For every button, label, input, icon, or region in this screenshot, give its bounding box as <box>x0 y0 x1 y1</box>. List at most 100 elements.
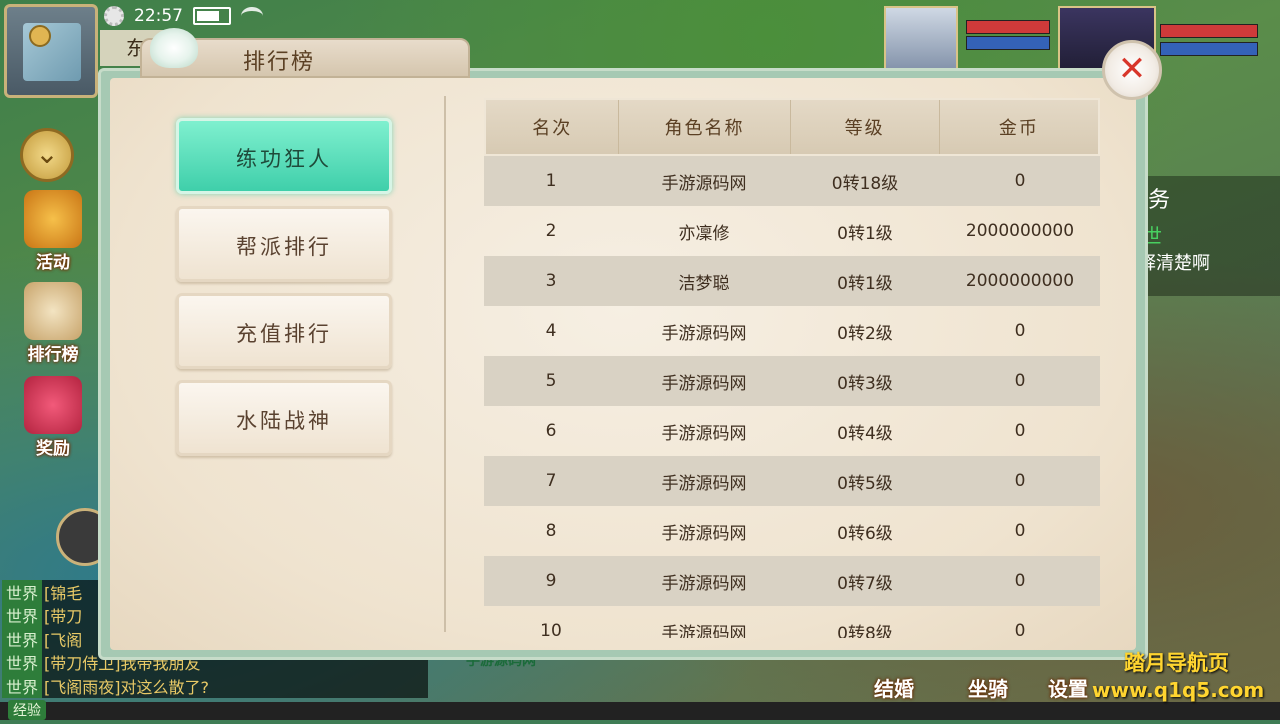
category-tab-recharge[interactable]: 充值排行 <box>176 293 392 369</box>
reward-label: 奖励 <box>36 439 70 459</box>
column-header-gold: 金币 <box>998 118 1039 139</box>
clock-time: 22:57 <box>134 6 183 26</box>
table-row[interactable]: 5 手游源码网 0转3级 0 <box>484 356 1100 406</box>
cell-name: 手游源码网 <box>661 623 747 639</box>
cell-rank: 1 <box>545 171 557 191</box>
teammate-portrait[interactable] <box>884 6 958 76</box>
cell-rank: 9 <box>545 571 557 591</box>
cell-level: 0转3级 <box>837 373 893 394</box>
cell-name: 手游源码网 <box>661 323 747 344</box>
cell-rank: 5 <box>545 371 557 391</box>
cell-rank: 6 <box>545 421 557 441</box>
activity-horn-icon <box>24 190 82 248</box>
settings-button[interactable]: 设置 <box>1038 654 1098 702</box>
cell-gold: 0 <box>1014 471 1026 491</box>
close-button[interactable]: ✕ <box>1102 40 1162 100</box>
close-icon: ✕ <box>1117 49 1147 89</box>
cell-level: 0转1级 <box>837 223 893 244</box>
category-tab-battle[interactable]: 水陆战神 <box>176 380 392 456</box>
cell-name: 手游源码网 <box>661 423 747 444</box>
table-row[interactable]: 1 手游源码网 0转18级 0 <box>484 156 1100 206</box>
activity-label: 活动 <box>36 253 70 273</box>
column-header-level: 等级 <box>791 100 940 154</box>
experience-bar <box>0 702 1280 720</box>
cell-rank: 7 <box>545 471 557 491</box>
chat-text: [飞阁 <box>44 630 83 650</box>
chat-channel: 世界 <box>2 650 43 674</box>
mount-button[interactable]: 坐骑 <box>944 654 1032 702</box>
table-row[interactable]: 6 手游源码网 0转4级 0 <box>484 406 1100 456</box>
cell-level: 0转18级 <box>831 173 899 194</box>
player-hp-bar <box>1160 24 1258 38</box>
player-mp-bar <box>1160 42 1258 56</box>
dialog-divider <box>444 96 446 632</box>
cell-rank: 2 <box>545 221 557 241</box>
cell-gold: 0 <box>1014 421 1026 441</box>
ranking-button[interactable]: 排行榜 <box>8 282 98 365</box>
activity-button[interactable]: 活动 <box>8 190 98 273</box>
cell-level: 0转5级 <box>837 473 893 494</box>
chat-channel: 世界 <box>2 674 43 698</box>
gift-box-icon <box>24 376 82 434</box>
cell-name: 手游源码网 <box>661 173 747 194</box>
cell-name: 亦凜修 <box>678 223 730 244</box>
table-body: 1 手游源码网 0转18级 0 2 亦凜修 0转1级 2000000000 3 洁梦聪 0转1级 20… <box>484 156 1100 638</box>
cell-level: 0转4级 <box>837 423 893 444</box>
cell-gold: 0 <box>1014 521 1026 541</box>
wifi-icon <box>241 7 263 25</box>
cell-rank: 10 <box>540 621 562 638</box>
chat-text: [飞阁雨夜]对这么散了? <box>44 677 209 697</box>
watermark-url: www.q1q5.com <box>1092 678 1265 702</box>
table-row[interactable]: 10 手游源码网 0转8级 0 <box>484 606 1100 638</box>
teammate-hp-bar <box>966 20 1050 34</box>
cell-name: 手游源码网 <box>661 523 747 544</box>
experience-label: 经验 <box>8 700 46 720</box>
cell-gold: 0 <box>1014 371 1026 391</box>
cell-gold: 0 <box>1014 171 1026 191</box>
collapse-chevron-icon[interactable]: ⌄ <box>20 128 74 182</box>
table-row[interactable]: 8 手游源码网 0转6级 0 <box>484 506 1100 556</box>
cell-level: 0转2级 <box>837 323 893 344</box>
cell-gold: 2000000000 <box>965 221 1075 241</box>
ranking-scroll-icon <box>24 282 82 340</box>
cell-gold: 0 <box>1014 321 1026 341</box>
column-header-name: 角色名称 <box>619 100 791 154</box>
chat-text: [锦毛 <box>44 583 83 603</box>
chat-text: [带刀 <box>44 607 83 627</box>
cell-name: 手游源码网 <box>661 573 747 594</box>
table-row[interactable]: 2 亦凜修 0转1级 2000000000 <box>484 206 1100 256</box>
chat-channel: 世界 <box>2 580 43 604</box>
status-bar: 22:57 <box>104 4 263 28</box>
column-header-rank: 名次 <box>486 100 620 154</box>
table-header: 名次 角色名称 等级 金币 <box>484 98 1100 156</box>
dialog-title: 排行榜 <box>243 50 316 75</box>
table-row[interactable]: 3 洁梦聪 0转1级 2000000000 <box>484 256 1100 306</box>
cell-name: 手游源码网 <box>661 473 747 494</box>
battery-icon <box>193 7 231 25</box>
category-tab-leveling[interactable]: 练功狂人 <box>176 118 392 194</box>
cell-rank: 4 <box>545 321 557 341</box>
cell-level: 0转6级 <box>837 523 893 544</box>
cell-gold: 0 <box>1014 571 1026 591</box>
chat-channel: 世界 <box>2 603 43 627</box>
teammate-mp-bar <box>966 36 1050 50</box>
lotus-icon <box>150 28 198 68</box>
table-row[interactable]: 7 手游源码网 0转5级 0 <box>484 456 1100 506</box>
cell-level: 0转8级 <box>837 623 893 639</box>
cell-rank: 8 <box>545 521 557 541</box>
cell-gold: 2000000000 <box>965 271 1075 291</box>
cell-gold: 0 <box>1014 621 1026 638</box>
category-tab-guild[interactable]: 帮派排行 <box>176 206 392 282</box>
marriage-button[interactable]: 结婚 <box>850 654 938 702</box>
gear-icon[interactable] <box>104 6 124 26</box>
ranking-table[interactable]: 名次 角色名称 等级 金币 1 手游源码网 0转18级 0 2 亦凜修 0转1级 200000… <box>484 98 1100 638</box>
compass-icon <box>29 25 51 47</box>
cell-level: 0转7级 <box>837 573 893 594</box>
watermark-title: 踏月导航页 <box>1124 651 1229 675</box>
chat-channel: 世界 <box>2 627 43 651</box>
ranking-label: 排行榜 <box>27 345 79 365</box>
table-row[interactable]: 9 手游源码网 0转7级 0 <box>484 556 1100 606</box>
reward-button[interactable]: 奖励 <box>8 376 98 459</box>
table-row[interactable]: 4 手游源码网 0转2级 0 <box>484 306 1100 356</box>
map-button[interactable] <box>4 4 98 98</box>
